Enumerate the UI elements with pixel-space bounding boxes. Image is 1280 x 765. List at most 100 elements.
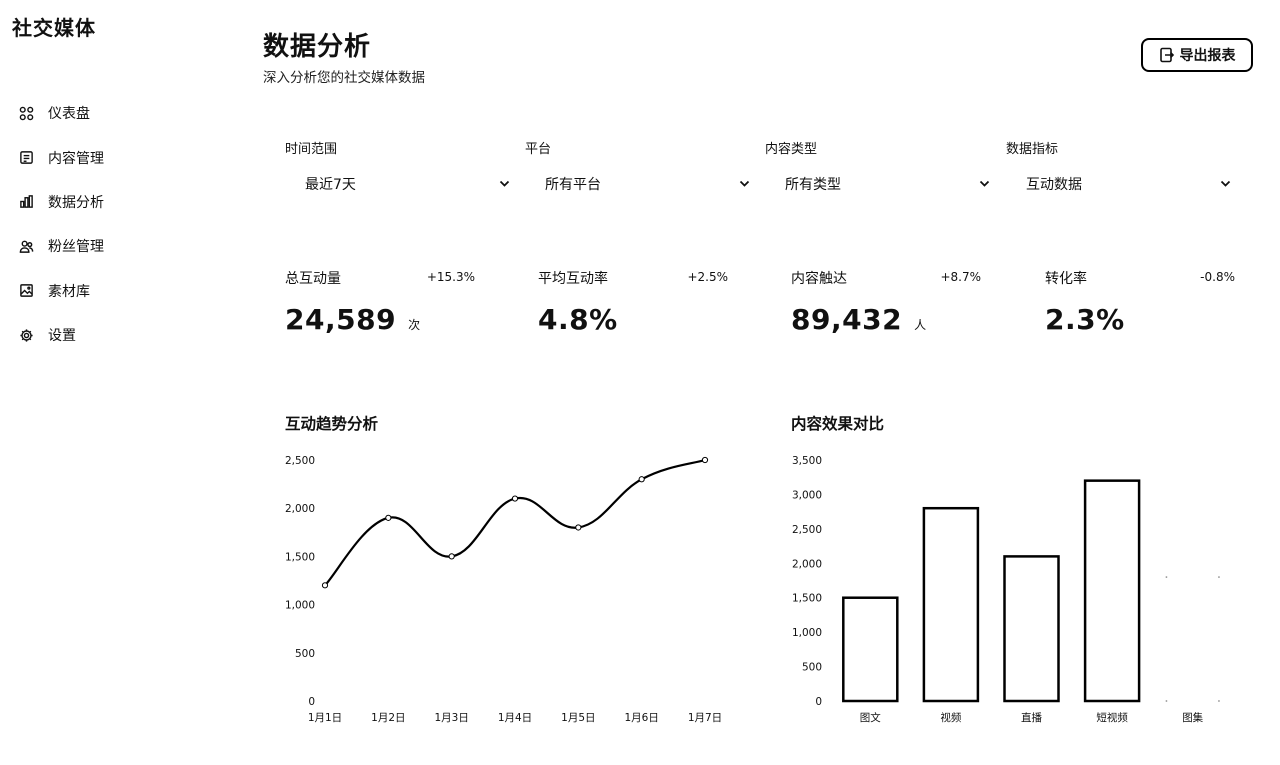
sidebar-item-label: 素材库: [48, 283, 90, 300]
chevron-down-icon: [499, 180, 510, 188]
filter-content-type: 内容类型 所有类型: [762, 138, 992, 193]
line-chart-title: 互动趋势分析: [285, 415, 379, 433]
kpi-value-row: 89,432 人: [791, 303, 927, 336]
kpi-change: +15.3%: [426, 270, 475, 284]
sidebar-item-analytics[interactable]: 数据分析: [18, 180, 104, 224]
users-icon: [18, 238, 34, 254]
data-point: [638, 476, 645, 483]
content-type-select[interactable]: 所有类型: [762, 173, 992, 195]
x-tick-label: 1月1日: [308, 712, 342, 724]
sidebar-item-label: 设置: [48, 328, 76, 345]
filter-platform: 平台 所有平台: [522, 138, 752, 193]
bar: [842, 596, 899, 703]
sidebar-item-content[interactable]: 内容管理: [18, 135, 104, 179]
filter-value: 互动数据: [1026, 177, 1082, 193]
kpi-value: 89,432: [791, 303, 903, 336]
brand-title: 社交媒体: [12, 16, 96, 40]
page-subtitle: 深入分析您的社交媒体数据: [263, 70, 425, 86]
sidebar: 社交媒体 仪表盘 内容管理 数据分析 粉丝管理 素材库 设置: [0, 0, 230, 765]
kpi-value: 24,589: [285, 303, 397, 336]
x-tick-label: 1月5日: [561, 712, 595, 724]
y-tick-label: 3,500: [792, 455, 822, 467]
sidebar-item-label: 数据分析: [48, 194, 104, 211]
gear-icon: [18, 327, 34, 343]
filter-label: 时间范围: [285, 142, 338, 157]
bar: [1003, 555, 1060, 703]
bar: [922, 506, 980, 703]
sidebar-item-label: 内容管理: [48, 150, 104, 167]
kpi-value: 2.3%: [1045, 303, 1125, 336]
data-point: [448, 553, 455, 560]
time-range-select[interactable]: 最近7天: [282, 173, 512, 195]
kpi-unit: 人: [914, 318, 927, 332]
x-tick-label: 1月2日: [371, 712, 405, 724]
filter-time-range: 时间范围 最近7天: [282, 138, 512, 193]
sidebar-item-label: 仪表盘: [48, 106, 90, 123]
kpi-value-row: 24,589 次: [285, 303, 421, 336]
x-tick-label: 直播: [1021, 711, 1043, 724]
x-tick-label: 短视频: [1096, 711, 1128, 724]
data-point: [385, 514, 392, 521]
y-tick-label: 0: [308, 696, 315, 708]
platform-select[interactable]: 所有平台: [522, 173, 752, 195]
filter-value: 所有类型: [785, 177, 841, 193]
y-tick-label: 2,000: [792, 558, 822, 570]
filter-label: 数据指标: [1006, 142, 1059, 157]
filter-metric: 数据指标 互动数据: [1003, 138, 1233, 193]
kpi-unit: 次: [408, 318, 421, 332]
y-tick-label: 3,000: [792, 489, 822, 501]
x-tick-label: 1月6日: [624, 712, 658, 724]
data-point: [321, 582, 329, 589]
kpi-label: 内容触达: [791, 271, 847, 287]
export-report-button[interactable]: 导出报表: [1141, 38, 1253, 72]
x-tick-label: 1月3日: [434, 712, 468, 724]
filter-label: 内容类型: [765, 142, 818, 157]
export-button-label: 导出报表: [1179, 48, 1236, 64]
document-icon: [18, 150, 34, 166]
kpi-label: 平均互动率: [538, 271, 608, 287]
y-tick-label: 2,500: [285, 455, 315, 467]
bar-chart-title: 内容效果对比: [791, 415, 885, 433]
y-tick-label: 1,000: [285, 600, 315, 612]
data-point: [701, 456, 709, 464]
grid-icon: [18, 105, 34, 121]
kpi-change: +2.5%: [687, 270, 728, 284]
x-tick-label: 1月7日: [688, 712, 722, 724]
y-tick-label: 500: [295, 648, 315, 660]
x-tick-label: 图文: [860, 711, 881, 724]
sidebar-nav: 仪表盘 内容管理 数据分析 粉丝管理 素材库 设置: [18, 91, 104, 357]
kpi-change: -0.8%: [1200, 270, 1235, 284]
data-point: [511, 495, 519, 502]
interaction-trend-chart: 0 500 1,000 1,500 2,000 2,500 1月1日 1月2日 1月3日 1月4日…: [285, 455, 722, 724]
kpi-change: +8.7%: [940, 270, 981, 284]
x-tick-label: 图集: [1182, 711, 1204, 724]
y-tick-label: 1,500: [792, 593, 822, 605]
sidebar-item-label: 粉丝管理: [48, 239, 104, 256]
metric-select[interactable]: 互动数据: [1003, 173, 1233, 195]
y-tick-label: 2,500: [792, 524, 822, 536]
y-tick-label: 2,000: [285, 503, 315, 515]
filter-value: 最近7天: [305, 177, 356, 193]
chevron-down-icon: [739, 180, 750, 188]
sidebar-item-settings[interactable]: 设置: [18, 313, 104, 357]
x-tick-label: 视频: [940, 711, 961, 724]
bar: [1083, 479, 1141, 703]
filter-label: 平台: [525, 142, 552, 157]
kpi-value: 4.8%: [538, 303, 618, 336]
filter-value: 所有平台: [545, 177, 601, 193]
sidebar-item-dashboard[interactable]: 仪表盘: [18, 91, 104, 135]
sidebar-item-fans[interactable]: 粉丝管理: [18, 224, 104, 268]
data-point: [575, 524, 582, 531]
kpi-value-row: 2.3%: [1045, 303, 1125, 336]
export-icon: [1159, 47, 1174, 63]
sidebar-item-assets[interactable]: 素材库: [18, 269, 104, 313]
kpi-value-row: 4.8%: [538, 303, 618, 336]
y-tick-label: 500: [802, 662, 822, 674]
image-icon: [18, 283, 34, 299]
kpi-label: 转化率: [1045, 271, 1087, 287]
y-tick-label: 0: [815, 696, 822, 708]
page-title: 数据分析: [263, 32, 372, 62]
y-tick-label: 1,000: [792, 627, 822, 639]
y-tick-label: 1,500: [285, 551, 315, 563]
chevron-down-icon: [1220, 180, 1231, 188]
